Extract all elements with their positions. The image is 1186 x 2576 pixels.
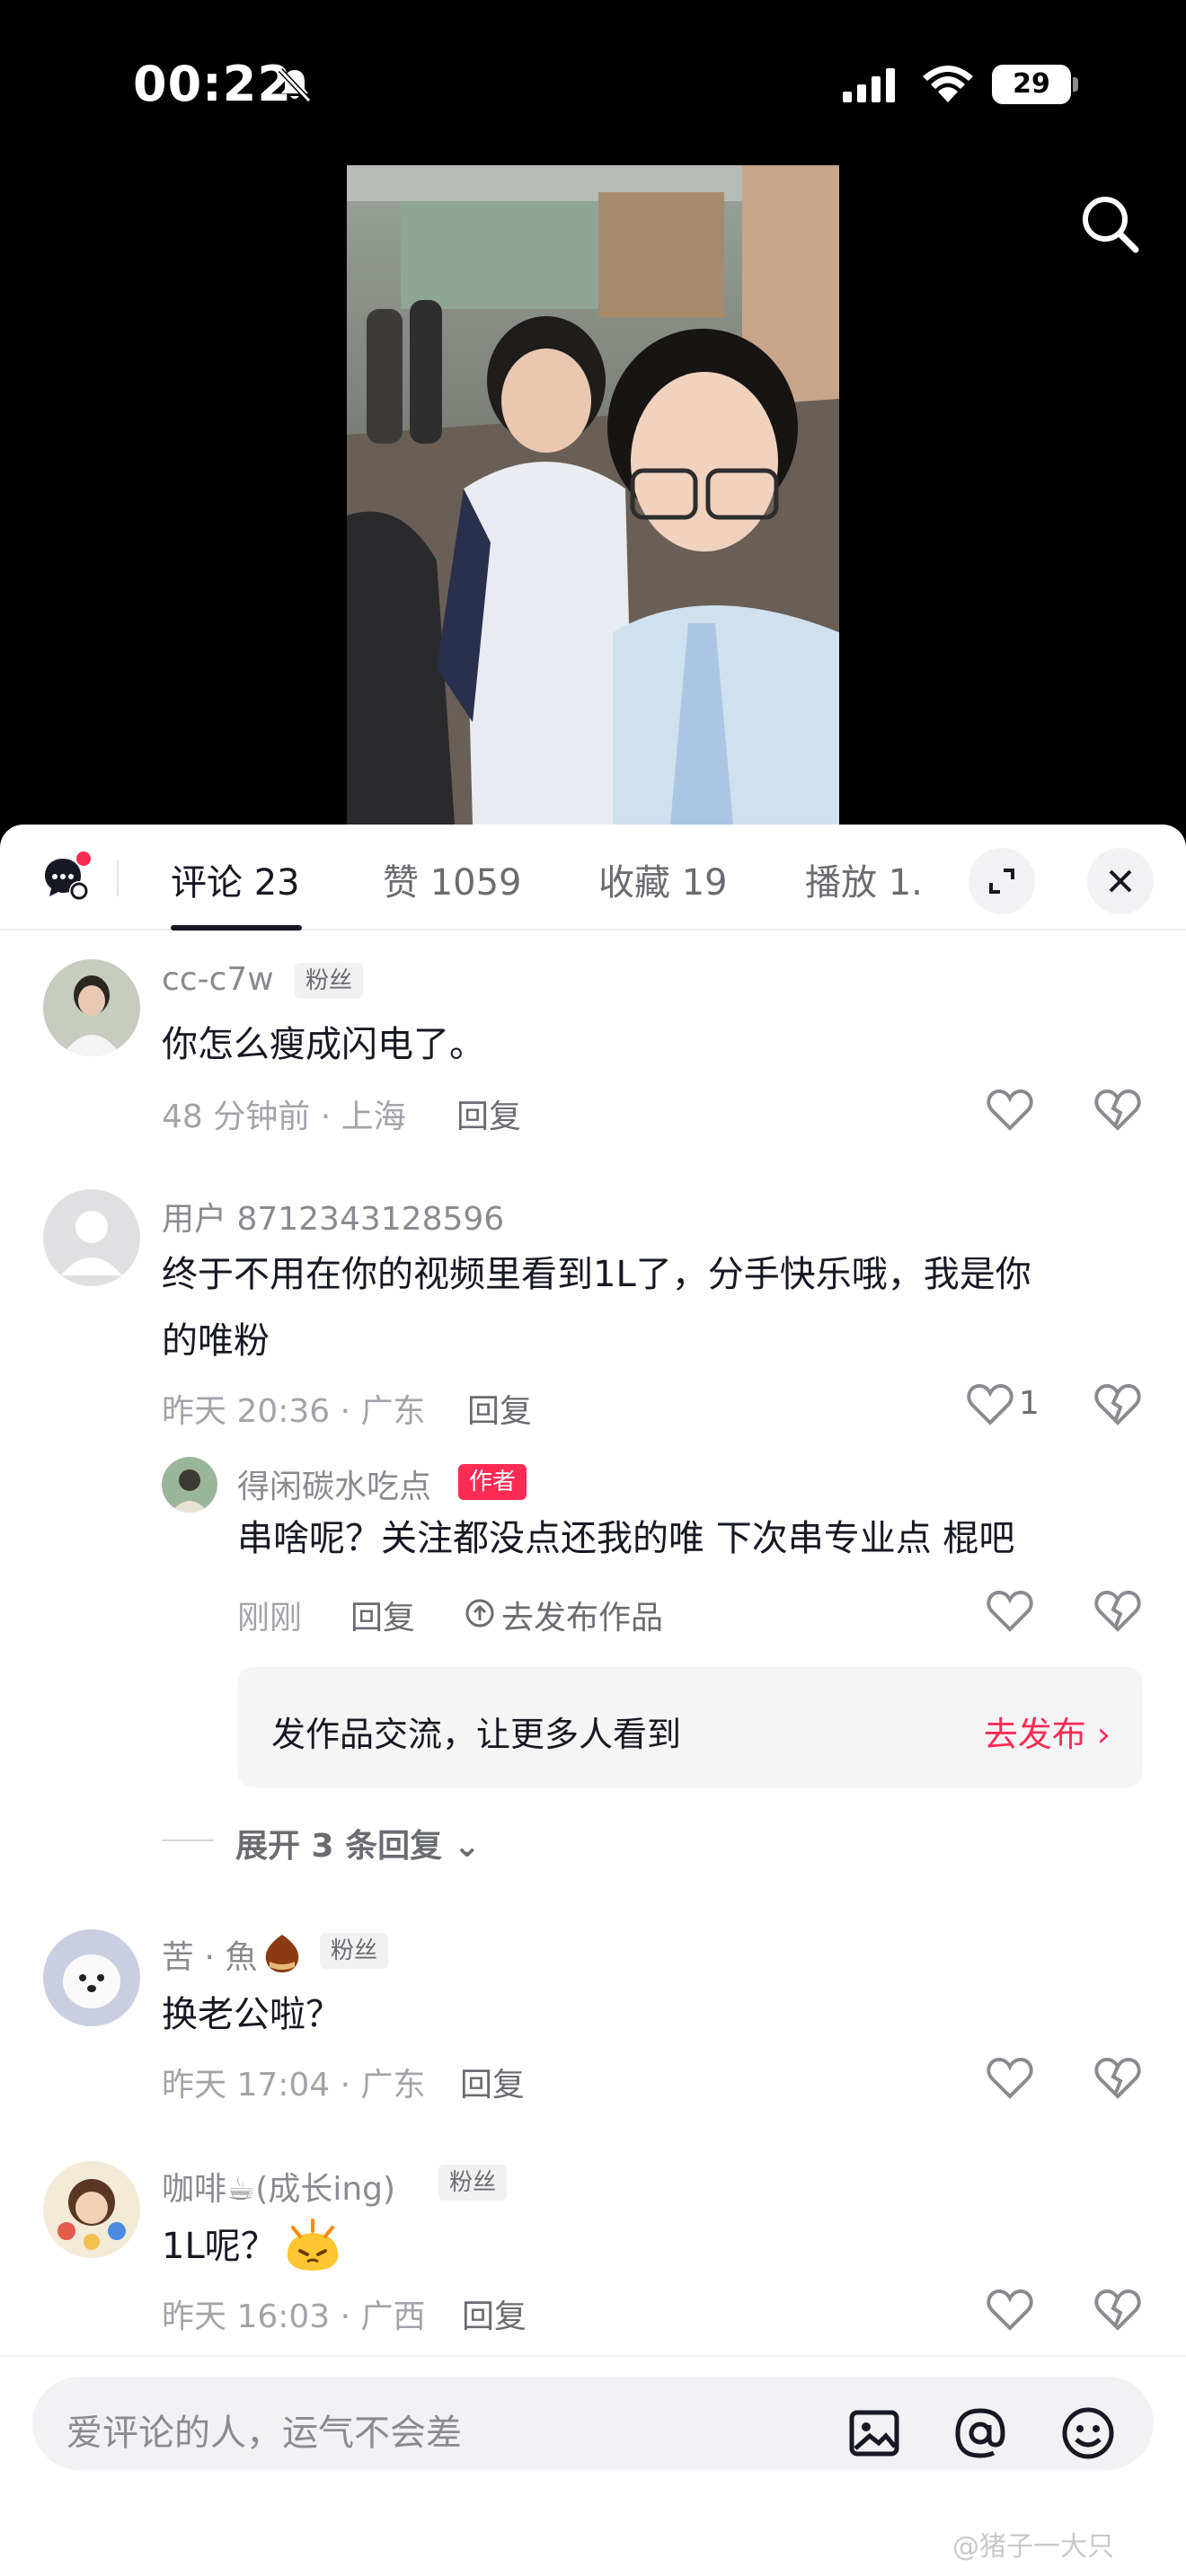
wifi-icon (923, 66, 973, 102)
comment-meta: 昨天 16:03 · 广西 (162, 2298, 426, 2335)
battery-indicator: 29 (992, 65, 1078, 104)
comment-username[interactable]: 苦 · 魚 (162, 1931, 257, 1978)
comment-text-line-1: 终于不用在你的视频里看到1L了，分手快乐哦，我是你 (162, 1254, 1031, 1295)
expand-icon (989, 869, 1014, 894)
image-icon[interactable] (845, 2404, 904, 2463)
video-thumbnail[interactable] (347, 165, 839, 825)
broken-heart-icon[interactable] (1094, 1590, 1141, 1633)
tab-likes[interactable]: 赞 1059 (383, 853, 522, 905)
video-photo-image (347, 165, 839, 825)
comment-username[interactable]: 用户 8712343128596 (162, 1193, 504, 1239)
reply-button[interactable]: 回复 (467, 1385, 532, 1432)
broken-heart-icon[interactable] (1094, 2057, 1141, 2100)
close-icon (1109, 869, 1132, 893)
cellular-signal-icon (843, 68, 895, 102)
mention-icon[interactable] (951, 2404, 1010, 2463)
avatar[interactable] (43, 959, 140, 1056)
comment-input-placeholder: 爱评论的人，运气不会差 (66, 2413, 462, 2454)
sweat-smile-emoji-icon (287, 2219, 339, 2271)
avatar[interactable] (162, 1457, 217, 1513)
heart-icon[interactable] (987, 2289, 1033, 2332)
bell-muted-icon (278, 67, 312, 103)
expand-divider (162, 1839, 214, 1841)
publish-promo-card[interactable]: 发作品交流，让更多人看到 去发布 › (237, 1667, 1143, 1787)
broken-heart-icon[interactable] (1094, 2289, 1141, 2332)
heart-icon[interactable] (987, 1590, 1033, 1633)
reply-text: 串啥呢？关注都没点还我的唯 下次串专业点 棍吧 (237, 1518, 1015, 1559)
search-icon[interactable] (1076, 190, 1143, 257)
expand-button[interactable] (969, 848, 1035, 914)
close-button[interactable] (1087, 848, 1154, 914)
promo-text: 发作品交流，让更多人看到 (271, 1715, 682, 1754)
publish-work-link[interactable]: 去发布作品 (501, 1592, 663, 1638)
comment-input[interactable]: 爱评论的人，运气不会差 (32, 2377, 1154, 2470)
heart-icon[interactable] (967, 1383, 1013, 1426)
comment-text: 换老公啦？ (162, 1994, 341, 2035)
comment-text-line-2: 的唯粉 (162, 1320, 270, 1362)
reply-button[interactable]: 回复 (462, 2290, 527, 2337)
avatar[interactable] (43, 1929, 140, 2026)
fan-badge: 粉丝 (438, 2165, 508, 2201)
expand-replies-button[interactable]: 展开 3 条回复 ⌄ (235, 1820, 481, 1866)
fan-badge: 粉丝 (320, 1933, 389, 1969)
avatar[interactable] (43, 2161, 140, 2258)
reply-button[interactable]: 回复 (350, 1592, 415, 1638)
heart-icon[interactable] (987, 1089, 1033, 1132)
status-bar: 00:22 29 (0, 0, 1186, 171)
comments-panel: 评论 23 赞 1059 收藏 19 播放 1. cc-c7w 粉丝 你怎么瘦成… (0, 825, 1186, 2576)
chat-bubble-icon[interactable] (41, 851, 93, 904)
reply-button[interactable]: 回复 (456, 1090, 521, 1137)
fan-badge: 粉丝 (295, 963, 364, 999)
comment-meta: 昨天 20:36 · 广东 (162, 1393, 426, 1430)
promo-publish-link[interactable]: 去发布 › (984, 1707, 1111, 1756)
like-count: 1 (1019, 1385, 1040, 1422)
comments-tab-bar: 评论 23 赞 1059 收藏 19 播放 1. (0, 825, 1186, 931)
battery-percent: 29 (1013, 68, 1050, 100)
emoji-icon[interactable] (1058, 2404, 1118, 2463)
chestnut-icon (265, 1935, 299, 1972)
comment-username[interactable]: cc-c7w (162, 961, 274, 998)
reply-username[interactable]: 得闲碳水吃点 (237, 1460, 431, 1507)
comment-text: 你怎么瘦成闪电了。 (162, 1024, 485, 1065)
watermark: @猪子一大只 (952, 2531, 1114, 2563)
tab-plays[interactable]: 播放 1. (805, 853, 923, 905)
comment-text: 1L呢？ (162, 2226, 277, 2267)
heart-icon[interactable] (987, 2057, 1033, 2100)
comment-meta: 48 分钟前 · 上海 (162, 1098, 406, 1135)
author-badge: 作者 (458, 1464, 527, 1500)
tab-favorites[interactable]: 收藏 19 (598, 853, 728, 905)
tab-comments[interactable]: 评论 23 (171, 853, 300, 905)
comment-username[interactable]: 咖啡☕(成长ing) (162, 2163, 395, 2210)
comment-meta: 昨天 17:04 · 广东 (162, 2067, 426, 2104)
active-tab-indicator (171, 925, 302, 931)
upload-circle-icon (465, 1599, 494, 1628)
reply-meta: 刚刚 (237, 1600, 303, 1636)
reply-button[interactable]: 回复 (460, 2059, 525, 2105)
avatar[interactable] (43, 1189, 140, 1286)
status-time: 00:22 (133, 56, 292, 112)
broken-heart-icon[interactable] (1094, 1383, 1141, 1426)
broken-heart-icon[interactable] (1094, 1089, 1141, 1132)
